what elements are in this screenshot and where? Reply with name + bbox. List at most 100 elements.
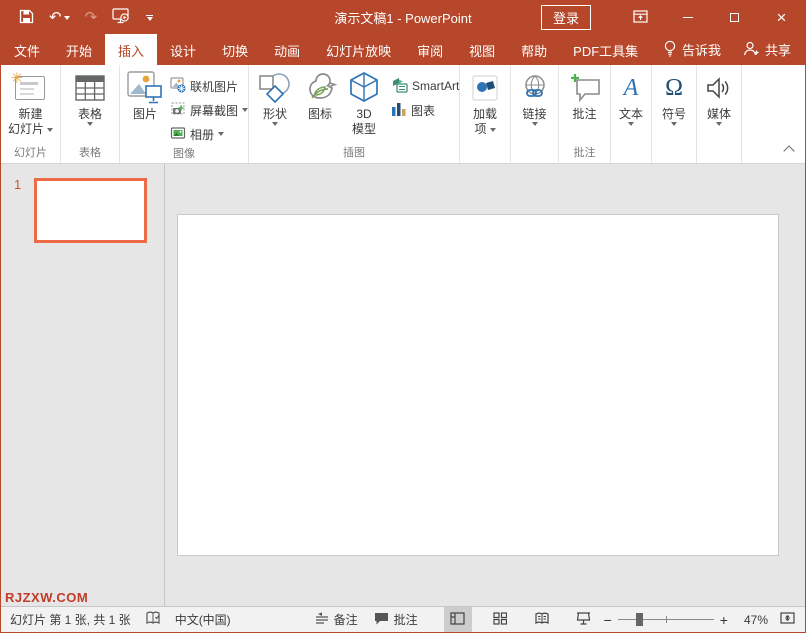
slideshow-icon — [112, 8, 131, 27]
login-button[interactable]: 登录 — [541, 5, 591, 30]
ribbon-group-slides: ✳ 新建 幻灯片 幻灯片 — [1, 65, 61, 163]
slide-number: 1 — [14, 177, 21, 192]
dropdown-caret-icon — [242, 108, 248, 112]
minimize-button[interactable] — [664, 1, 711, 34]
ribbon-filler — [742, 65, 805, 163]
zoom-level[interactable]: 47% — [734, 613, 776, 627]
dropdown-caret-icon — [716, 122, 722, 126]
ribbon-group-illustrations: 形状 图标 3D 模型 — [249, 65, 460, 163]
tab-insert[interactable]: 插入 — [105, 34, 157, 65]
tab-help[interactable]: 帮助 — [508, 34, 560, 65]
zoom-slider-thumb[interactable] — [636, 613, 643, 626]
3d-models-button[interactable]: 3D 模型 — [345, 68, 383, 138]
group-label-illustrations: 插图 — [249, 145, 459, 163]
screenshot-icon — [170, 101, 186, 120]
comments-toggle[interactable]: 批注 — [366, 607, 426, 632]
tab-animations[interactable]: 动画 — [261, 34, 313, 65]
lightbulb-icon — [663, 40, 677, 60]
chart-icon — [391, 101, 407, 120]
picture-button[interactable]: 图片 — [124, 68, 166, 123]
tab-view[interactable]: 视图 — [456, 34, 508, 65]
screenshot-button[interactable]: 屏幕截图 — [166, 98, 252, 122]
ribbon-group-symbols: Ω 符号 — [652, 65, 697, 163]
workspace: 1 RJZXW.COM — [1, 164, 805, 606]
zoom-controls: − + 47% — [598, 607, 805, 632]
speaker-icon — [706, 69, 732, 107]
ribbon-group-images: 图片 联机图片 屏幕截图 — [120, 65, 249, 163]
new-comment-button[interactable]: 批注 — [565, 68, 605, 123]
ribbon: ✳ 新建 幻灯片 幻灯片 表格 表格 — [1, 65, 805, 164]
zoom-out-button[interactable]: − — [598, 612, 618, 628]
dropdown-caret-icon — [628, 122, 634, 126]
dropdown-caret-icon — [671, 122, 677, 126]
text-a-icon: A — [624, 69, 639, 107]
icons-button[interactable]: 图标 — [299, 68, 341, 123]
chart-button[interactable]: 图表 — [387, 98, 463, 122]
dropdown-caret-icon — [490, 128, 496, 132]
save-icon — [19, 9, 34, 27]
links-button[interactable]: 链接 — [517, 68, 553, 127]
customize-qat-button[interactable] — [146, 15, 153, 21]
online-pictures-button[interactable]: 联机图片 — [166, 74, 252, 98]
ribbon-group-tables: 表格 表格 — [61, 65, 120, 163]
picture-icon — [127, 69, 163, 107]
language-status[interactable]: 中文(中国) — [175, 611, 231, 628]
share-person-icon — [743, 41, 760, 59]
tab-design[interactable]: 设计 — [157, 34, 209, 65]
slide-canvas[interactable] — [177, 214, 779, 556]
spellcheck-button[interactable] — [145, 611, 161, 628]
close-button[interactable]: × — [758, 1, 805, 34]
save-button[interactable] — [19, 9, 34, 27]
tab-file[interactable]: 文件 — [1, 34, 53, 65]
text-button[interactable]: A 文本 — [616, 68, 646, 127]
fit-slide-to-window-button[interactable] — [776, 607, 805, 632]
symbols-button[interactable]: Ω 符号 — [659, 68, 689, 127]
group-label-addins — [460, 145, 510, 163]
undo-icon: ↶ — [49, 10, 62, 25]
group-label-slides: 幻灯片 — [1, 145, 60, 163]
slide-editor-area[interactable] — [165, 164, 805, 606]
media-button[interactable]: 媒体 — [703, 68, 735, 127]
maximize-button[interactable] — [711, 1, 758, 34]
reading-view-button[interactable] — [528, 607, 556, 632]
slide-thumbnail-panel[interactable]: 1 RJZXW.COM — [1, 164, 165, 606]
undo-button[interactable]: ↶ — [49, 10, 70, 25]
notes-toggle[interactable]: 备注 — [307, 607, 366, 632]
tab-home[interactable]: 开始 — [53, 34, 105, 65]
tab-pdf-tools[interactable]: PDF工具集 — [560, 34, 651, 65]
shapes-button[interactable]: 形状 — [255, 68, 295, 127]
slide-sorter-view-button[interactable] — [486, 607, 514, 632]
zoom-slider[interactable] — [618, 619, 714, 620]
table-icon — [75, 69, 105, 107]
group-label-media — [697, 145, 741, 163]
addins-button[interactable]: 加载 项 — [467, 68, 503, 138]
ribbon-tab-row: 文件 开始 插入 设计 切换 动画 幻灯片放映 审阅 视图 帮助 PDF工具集 … — [1, 34, 805, 65]
customize-qat-caret-icon — [147, 17, 153, 21]
tell-me-button[interactable]: 告诉我 — [663, 40, 721, 60]
redo-button[interactable]: ↷ — [85, 10, 98, 25]
slideshow-view-button[interactable] — [570, 607, 598, 632]
ribbon-display-options-button[interactable] — [617, 1, 664, 34]
group-label-tables: 表格 — [61, 145, 119, 163]
icons-duck-icon — [302, 69, 338, 107]
tab-slideshow[interactable]: 幻灯片放映 — [313, 34, 404, 65]
title-bar: ↶ ↷ 演示文稿1 - PowerPoint 登录 — [1, 1, 805, 34]
table-button[interactable]: 表格 — [72, 68, 108, 127]
notes-icon — [315, 612, 329, 627]
tab-review[interactable]: 审阅 — [404, 34, 456, 65]
quick-access-toolbar: ↶ ↷ — [1, 8, 153, 27]
normal-view-button[interactable] — [444, 607, 472, 632]
new-slide-button[interactable]: ✳ 新建 幻灯片 — [5, 68, 56, 138]
new-slide-icon: ✳ — [15, 69, 45, 107]
undo-caret-icon — [64, 16, 70, 20]
zoom-slider-tick — [666, 616, 667, 623]
dropdown-caret-icon — [218, 132, 224, 136]
photo-album-button[interactable]: 相册 — [166, 122, 252, 146]
share-button[interactable]: 共享 — [743, 40, 791, 59]
slide-thumbnail[interactable] — [34, 178, 147, 243]
start-from-beginning-button[interactable] — [112, 8, 131, 27]
tab-transitions[interactable]: 切换 — [209, 34, 261, 65]
smartart-button[interactable]: SmartArt — [387, 74, 463, 98]
zoom-in-button[interactable]: + — [714, 612, 734, 628]
dropdown-caret-icon — [532, 122, 538, 126]
